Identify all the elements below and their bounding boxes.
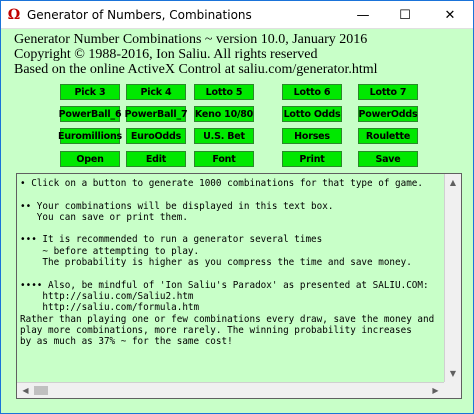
copyright-line: Copyright © 1988-2016, Ion Saliu. All ri… — [14, 47, 318, 62]
title-bar[interactable]: Ω Generator of Numbers, Combinations — ☐… — [1, 1, 473, 29]
font-button[interactable]: Font — [194, 151, 254, 167]
lotto5-button[interactable]: Lotto 5 — [194, 84, 254, 100]
us-bet-button[interactable]: U.S. Bet — [194, 128, 254, 144]
output-text[interactable]: • Click on a button to generate 1000 com… — [17, 174, 445, 384]
euroodds-button[interactable]: EuroOdds — [126, 128, 186, 144]
scroll-down-icon[interactable]: ▼ — [445, 365, 461, 382]
scroll-up-icon[interactable]: ▲ — [445, 174, 461, 191]
euromillions-button[interactable]: Euromillions — [58, 128, 122, 144]
scrollbar-corner — [444, 382, 461, 398]
pick3-button[interactable]: Pick 3 — [60, 84, 120, 100]
edit-button[interactable]: Edit — [126, 151, 186, 167]
header-info: Generator Number Combinations ~ version … — [14, 32, 378, 77]
print-button[interactable]: Print — [282, 151, 342, 167]
powerball6-button[interactable]: PowerBall_6 — [59, 106, 122, 122]
omega-icon[interactable]: Ω — [7, 7, 21, 23]
roulette-button[interactable]: Roulette — [358, 128, 418, 144]
window-title: Generator of Numbers, Combinations — [27, 8, 252, 22]
pick4-button[interactable]: Pick 4 — [126, 84, 186, 100]
close-button[interactable]: ✕ — [427, 1, 473, 29]
scroll-right-icon[interactable]: ▶ — [427, 383, 444, 398]
scroll-left-icon[interactable]: ◀ — [17, 383, 34, 398]
lotto6-button[interactable]: Lotto 6 — [282, 84, 342, 100]
vertical-scrollbar[interactable]: ▲ ▼ — [444, 174, 461, 382]
keno-button[interactable]: Keno 10/80 — [194, 106, 254, 122]
minimize-button[interactable]: — — [343, 1, 383, 29]
save-button[interactable]: Save — [358, 151, 418, 167]
main-window: Ω Generator of Numbers, Combinations — ☐… — [0, 0, 474, 414]
powerball7-button[interactable]: PowerBall_7 — [125, 106, 188, 122]
lotto7-button[interactable]: Lotto 7 — [358, 84, 418, 100]
powerodds-button[interactable]: PowerOdds — [358, 106, 418, 122]
horizontal-scrollbar[interactable]: ◀ ▶ — [17, 382, 444, 398]
horses-button[interactable]: Horses — [282, 128, 342, 144]
output-textbox[interactable]: • Click on a button to generate 1000 com… — [16, 173, 462, 399]
horizontal-scroll-thumb[interactable] — [34, 386, 48, 395]
source-line: Based on the online ActiveX Control at s… — [14, 62, 378, 77]
version-line: Generator Number Combinations ~ version … — [14, 32, 368, 47]
lotto-odds-button[interactable]: Lotto Odds — [282, 106, 342, 122]
open-button[interactable]: Open — [60, 151, 120, 167]
maximize-button[interactable]: ☐ — [385, 1, 425, 29]
